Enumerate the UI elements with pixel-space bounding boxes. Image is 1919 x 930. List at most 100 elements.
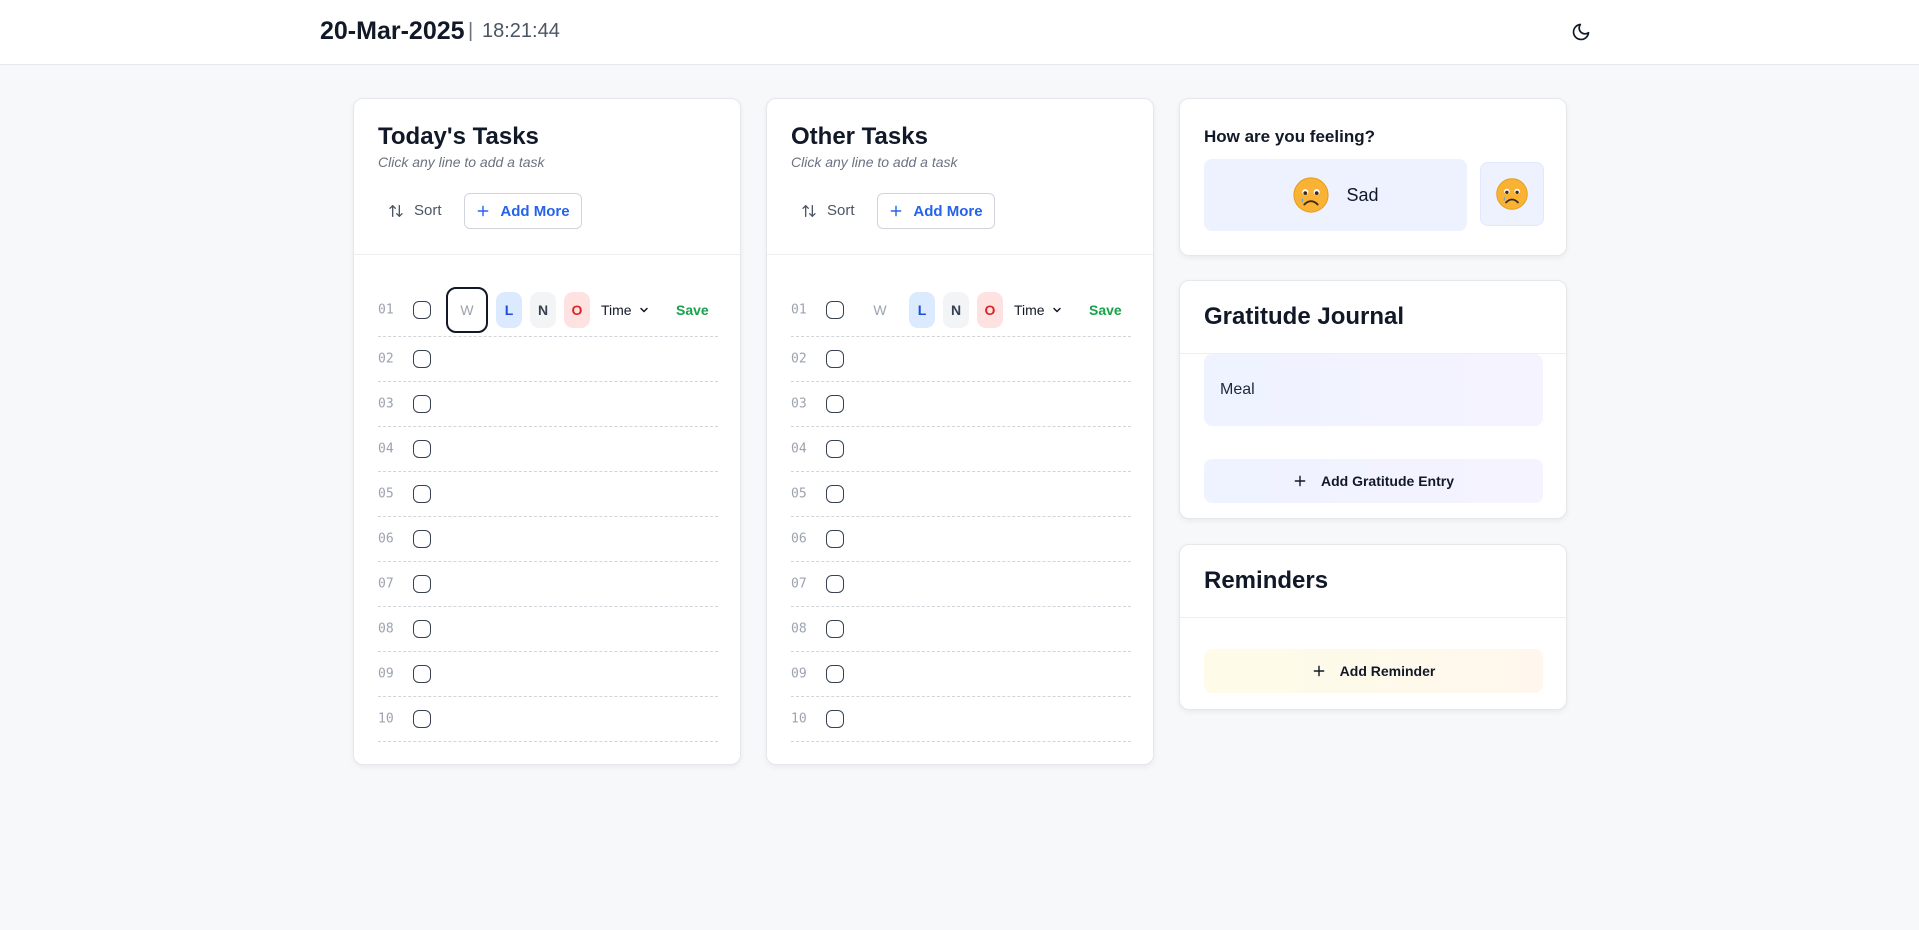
card-divider	[767, 254, 1153, 255]
card-divider	[1180, 617, 1566, 618]
task-row[interactable]: 06	[378, 517, 718, 562]
task-row[interactable]: 07	[378, 562, 718, 607]
task-row[interactable]: 03	[791, 382, 1131, 427]
sort-label: Sort	[414, 202, 442, 219]
other-sort-button[interactable]: Sort	[801, 202, 855, 219]
row-number: 07	[791, 576, 807, 592]
sort-label: Sort	[827, 202, 855, 219]
task-checkbox[interactable]	[413, 530, 431, 548]
date-time-separator: |	[468, 20, 474, 42]
task-row[interactable]: 07	[791, 562, 1131, 607]
task-row[interactable]: 03	[378, 382, 718, 427]
reminders-card: Reminders Add Reminder	[1179, 544, 1567, 710]
task-checkbox[interactable]	[413, 665, 431, 683]
task-row[interactable]: 05	[791, 472, 1131, 517]
save-task-button[interactable]: Save	[1089, 302, 1122, 318]
chevron-down-icon	[639, 307, 648, 313]
mood-label: Sad	[1346, 184, 1379, 205]
mood-picker-button[interactable]	[1480, 162, 1544, 226]
task-row[interactable]: 01 W L N O Time Save	[378, 284, 718, 337]
task-row[interactable]: 08	[378, 607, 718, 652]
row-number: 03	[791, 396, 807, 412]
sad-face-icon	[1293, 177, 1330, 213]
task-checkbox[interactable]	[826, 530, 844, 548]
task-checkbox[interactable]	[826, 440, 844, 458]
task-checkbox[interactable]	[826, 395, 844, 413]
todays-add-more-button[interactable]: Add More	[464, 193, 582, 229]
task-row[interactable]: 09	[791, 652, 1131, 697]
task-checkbox[interactable]	[826, 485, 844, 503]
task-row[interactable]: 04	[791, 427, 1131, 472]
priority-other-button[interactable]: O	[564, 292, 590, 328]
task-checkbox[interactable]	[826, 710, 844, 728]
reminders-title: Reminders	[1204, 567, 1329, 594]
row-number: 06	[378, 531, 394, 547]
row-number: 05	[791, 486, 807, 502]
task-checkbox[interactable]	[826, 350, 844, 368]
task-checkbox[interactable]	[413, 710, 431, 728]
gratitude-journal-card: Gratitude Journal Meal Add Gratitude Ent…	[1179, 280, 1567, 519]
task-row[interactable]: 09	[378, 652, 718, 697]
sort-icon	[389, 204, 403, 217]
add-reminder-button[interactable]: Add Reminder	[1204, 649, 1543, 693]
task-checkbox[interactable]	[826, 575, 844, 593]
todays-sort-button[interactable]: Sort	[388, 202, 442, 219]
task-checkbox[interactable]	[413, 395, 431, 413]
priority-normal-button[interactable]: N	[943, 292, 969, 328]
add-gratitude-entry-button[interactable]: Add Gratitude Entry	[1204, 459, 1543, 503]
task-checkbox[interactable]	[413, 485, 431, 503]
mood-selected-button[interactable]: Sad	[1204, 159, 1467, 231]
row-number: 10	[378, 711, 394, 727]
todays-tasks-title: Today's Tasks	[378, 123, 539, 150]
plus-icon	[478, 205, 489, 217]
weight-input[interactable]: W	[859, 287, 901, 333]
task-row[interactable]: 08	[791, 607, 1131, 652]
priority-low-button[interactable]: L	[496, 292, 522, 328]
task-checkbox[interactable]	[826, 620, 844, 638]
other-tasks-title: Other Tasks	[791, 123, 928, 150]
row-number: 06	[791, 531, 807, 547]
time-select-label: Time	[601, 302, 632, 318]
task-row[interactable]: 02	[791, 337, 1131, 382]
theme-toggle-button[interactable]	[1568, 19, 1594, 45]
row-number: 02	[791, 351, 807, 367]
task-row[interactable]: 10	[378, 697, 718, 742]
plus-icon	[891, 205, 902, 217]
priority-low-button[interactable]: L	[909, 292, 935, 328]
task-row[interactable]: 05	[378, 472, 718, 517]
row-number: 07	[378, 576, 394, 592]
gratitude-title: Gratitude Journal	[1204, 303, 1405, 330]
row-number: 10	[791, 711, 807, 727]
task-checkbox[interactable]	[826, 665, 844, 683]
task-row[interactable]: 02	[378, 337, 718, 382]
priority-other-button[interactable]: O	[977, 292, 1003, 328]
moon-icon	[1572, 23, 1590, 41]
row-number: 08	[378, 621, 394, 637]
todays-task-list: 01 W L N O Time Save 02 03 04 05 06 07 0…	[378, 284, 718, 742]
gratitude-entry[interactable]: Meal	[1204, 354, 1543, 426]
task-checkbox[interactable]	[413, 301, 431, 319]
row-number: 01	[791, 302, 807, 318]
weight-input[interactable]: W	[446, 287, 488, 333]
task-checkbox[interactable]	[413, 350, 431, 368]
card-divider	[354, 254, 740, 255]
save-task-button[interactable]: Save	[676, 302, 709, 318]
chevron-down-icon	[1052, 307, 1061, 313]
time-select[interactable]: Time	[601, 302, 650, 318]
row-number: 02	[378, 351, 394, 367]
task-row[interactable]: 01 W L N O Time Save	[791, 284, 1131, 337]
row-number: 09	[791, 666, 807, 682]
priority-normal-button[interactable]: N	[530, 292, 556, 328]
task-checkbox[interactable]	[413, 575, 431, 593]
task-row[interactable]: 10	[791, 697, 1131, 742]
task-checkbox[interactable]	[413, 620, 431, 638]
mood-question: How are you feeling?	[1204, 127, 1375, 146]
task-row[interactable]: 06	[791, 517, 1131, 562]
row-number: 05	[378, 486, 394, 502]
other-add-more-button[interactable]: Add More	[877, 193, 995, 229]
task-row[interactable]: 04	[378, 427, 718, 472]
row-number: 04	[378, 441, 394, 457]
task-checkbox[interactable]	[826, 301, 844, 319]
time-select[interactable]: Time	[1014, 302, 1063, 318]
task-checkbox[interactable]	[413, 440, 431, 458]
